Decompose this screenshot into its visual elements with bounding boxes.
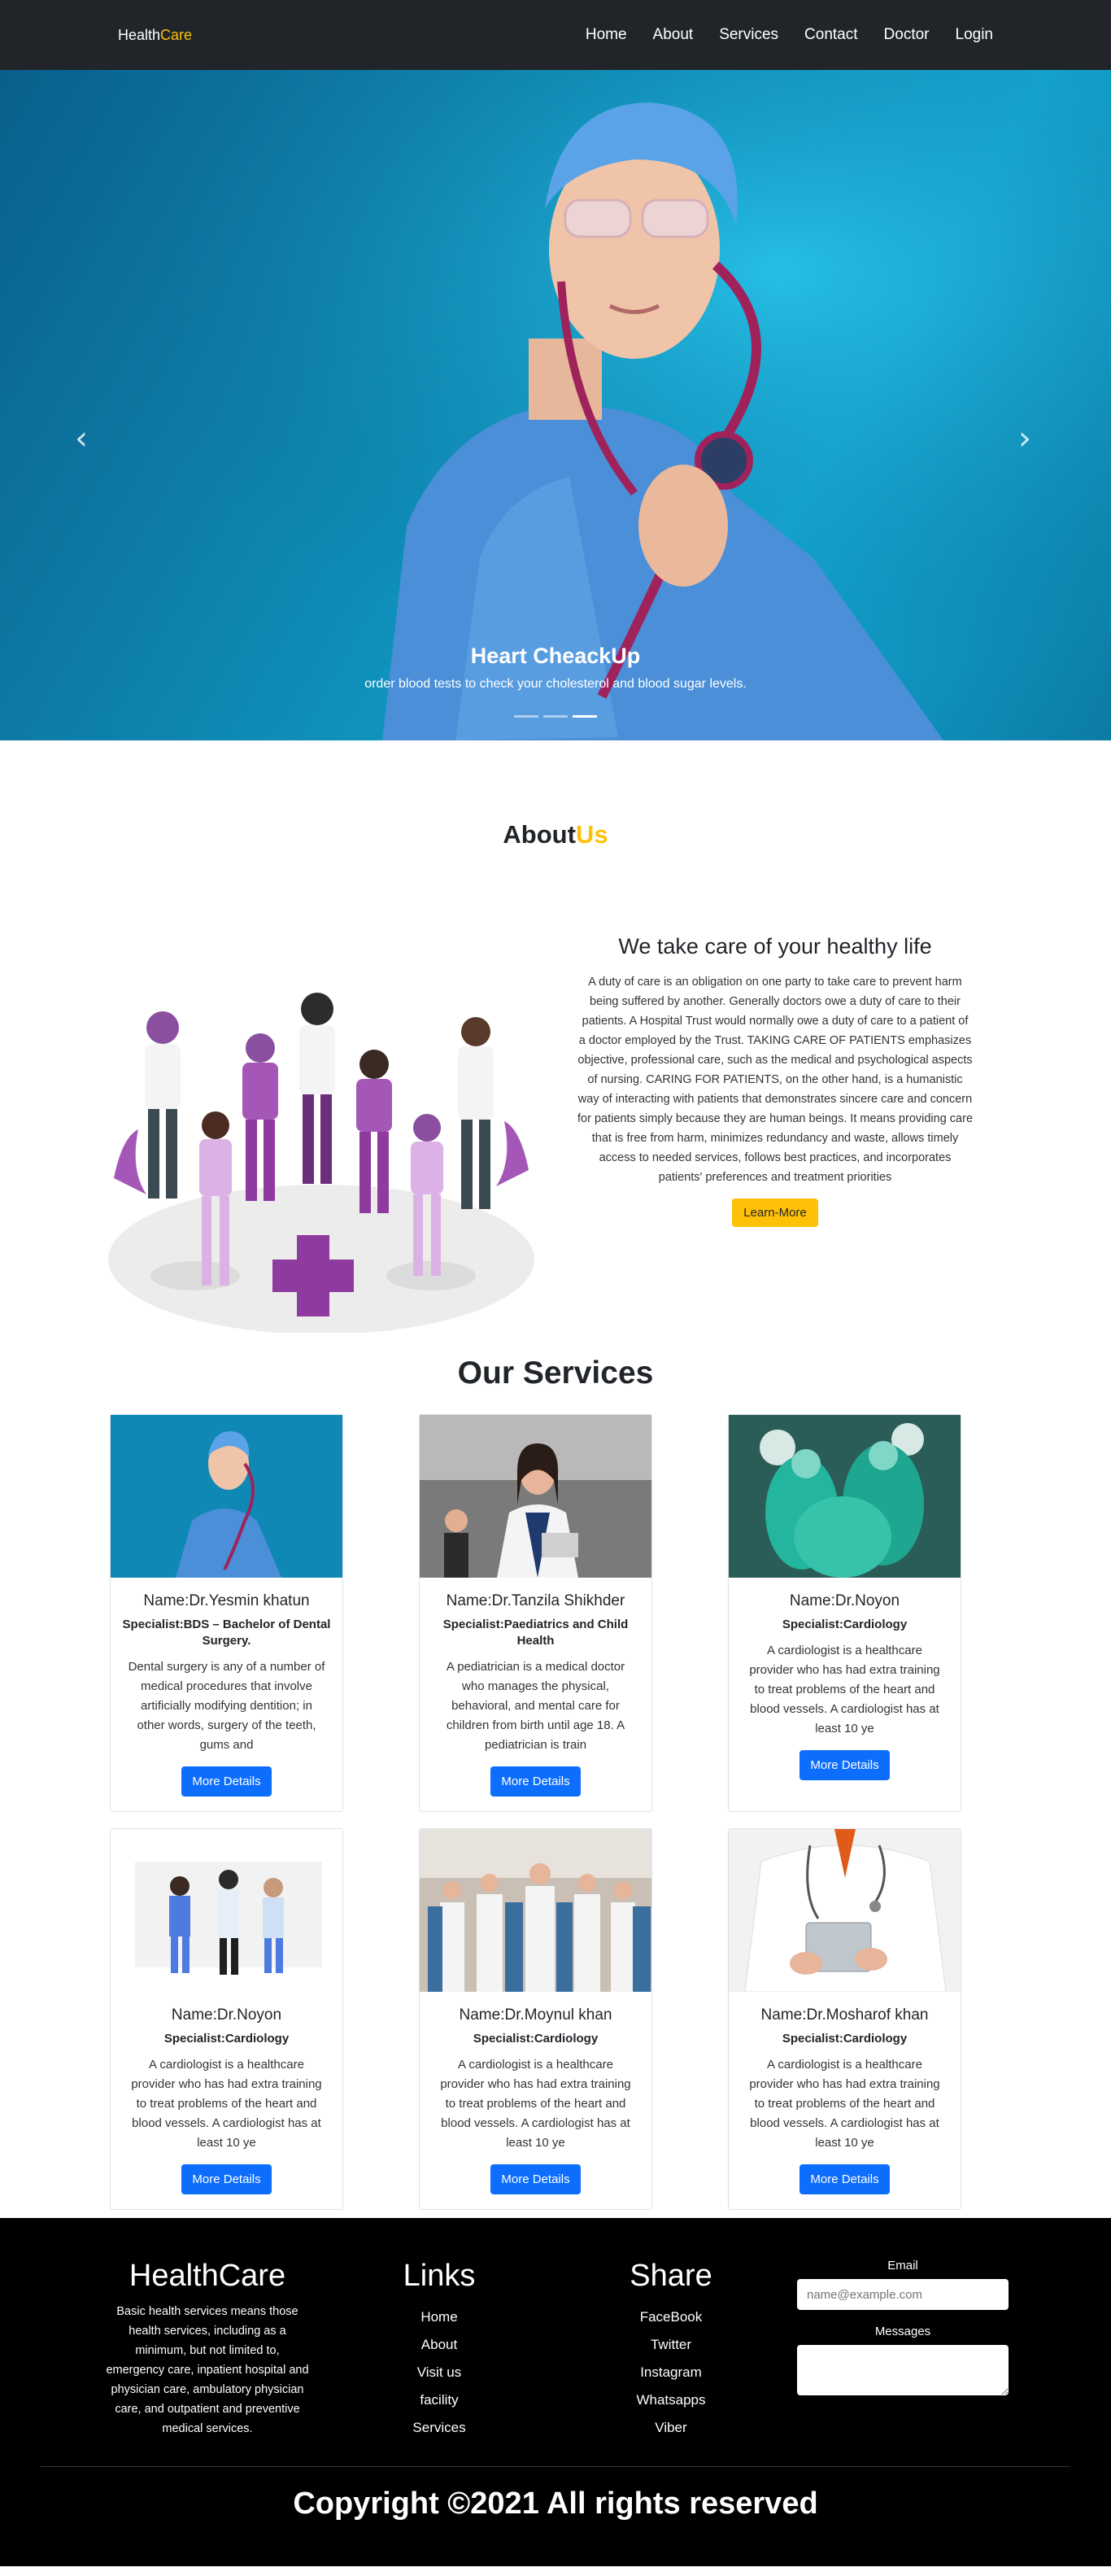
doctor-specialist: Specialist:BDS – Bachelor of Dental Surg… <box>122 1618 331 1648</box>
footer-links-title: Links <box>403 2259 476 2293</box>
copyright: Copyright ©2021 All rights reserved <box>293 2486 818 2521</box>
doctor-card: Name:Dr.Yesmin khatun Specialist:BDS – B… <box>110 1414 343 1812</box>
doctor-photo <box>111 1829 342 1992</box>
about-body: A duty of care is an obligation on one p… <box>577 976 974 1184</box>
doctor-photo <box>729 1415 961 1578</box>
services-title: Our Services <box>457 1356 654 1391</box>
doctor-specialist: Specialist:Paediatrics and Child Health <box>442 1618 629 1648</box>
email-label: Email <box>887 2259 918 2273</box>
more-details-button[interactable]: More Details <box>490 1766 581 1797</box>
footer-link-visit-us[interactable]: Visit us <box>382 2359 496 2386</box>
footer-link-about[interactable]: About <box>382 2331 496 2359</box>
about-heading: We take care of your healthy life <box>618 934 932 958</box>
messages-label: Messages <box>874 2325 931 2338</box>
share-facebook[interactable]: FaceBook <box>610 2303 732 2331</box>
doctor-description: A cardiologist is a healthcare provider … <box>749 1644 940 1736</box>
doctor-description: A cardiologist is a healthcare provider … <box>440 2058 631 2150</box>
nav-links: Home About Services Contact Doctor Login <box>586 26 993 44</box>
doctor-card: Name:Dr.Tanzila Shikhder Specialist:Paed… <box>419 1414 652 1812</box>
doctor-name: Name:Dr.Moynul khan <box>459 2006 612 2024</box>
navbar: HealthCare Home About Services Contact D… <box>0 0 1111 70</box>
carousel-prev-icon[interactable]: ‹ <box>75 420 88 457</box>
doctor-card: Name:Dr.Noyon Specialist:Cardiology A ca… <box>728 1414 961 1812</box>
messages-field[interactable] <box>797 2345 1009 2395</box>
footer-divider <box>41 2466 1070 2467</box>
nav-contact[interactable]: Contact <box>804 26 857 44</box>
footer-links: Links Home About Visit us facility Servi… <box>382 2259 496 2442</box>
nav-doctor[interactable]: Doctor <box>884 26 930 44</box>
carousel-indicator[interactable] <box>514 715 538 718</box>
more-details-button[interactable]: More Details <box>181 2164 272 2194</box>
carousel-indicator[interactable] <box>573 715 597 718</box>
share-twitter[interactable]: Twitter <box>610 2331 732 2359</box>
brand-logo[interactable]: HealthCare <box>118 27 192 44</box>
doctor-name: Name:Dr.Noyon <box>171 2006 282 2024</box>
doctor-specialist: Specialist:Cardiology <box>782 2032 908 2046</box>
learn-more-button[interactable]: Learn-More <box>732 1198 818 1227</box>
footer-brand-description: Basic health services means those health… <box>106 2305 309 2435</box>
caption-text: order blood tests to check your choleste… <box>364 677 747 691</box>
carousel-indicators <box>0 715 1111 718</box>
doctor-photo <box>420 1415 651 1578</box>
footer-brand: HealthCare <box>129 2259 286 2293</box>
nav-home[interactable]: Home <box>586 26 627 44</box>
footer-share-title: Share <box>630 2259 712 2293</box>
footer-about: HealthCare Basic health services means t… <box>106 2259 309 2438</box>
share-viber[interactable]: Viber <box>610 2414 732 2442</box>
about-section: We take care of your healthy life A duty… <box>0 934 1111 1341</box>
contact-form: Email Messages <box>797 2259 1009 2399</box>
doctor-photo <box>729 1829 961 1992</box>
doctor-name: Name:Dr.Noyon <box>789 1592 900 1609</box>
doctor-card: Name:Dr.Mosharof khan Specialist:Cardiol… <box>728 1828 961 2210</box>
caption-title: Heart CheackUp <box>470 644 641 668</box>
doctor-description: Dental surgery is any of a number of med… <box>128 1660 325 1752</box>
hero-carousel: ‹ › Heart CheackUp order blood tests to … <box>0 70 1111 740</box>
doctor-name: Name:Dr.Tanzila Shikhder <box>446 1592 625 1609</box>
about-text: We take care of your healthy life A duty… <box>545 934 1005 1341</box>
more-details-button[interactable]: More Details <box>799 1750 890 1780</box>
doctor-name: Name:Dr.Mosharof khan <box>760 2006 929 2024</box>
doctor-description: A pediatrician is a medical doctor who m… <box>446 1660 625 1752</box>
more-details-button[interactable]: More Details <box>799 2164 890 2194</box>
doctor-specialist: Specialist:Cardiology <box>473 2032 599 2046</box>
carousel-caption: Heart CheackUp order blood tests to chec… <box>0 644 1111 692</box>
share-instagram[interactable]: Instagram <box>610 2359 732 2386</box>
doctor-photo <box>420 1829 651 1992</box>
footer-share: Share FaceBook Twitter Instagram Whatsap… <box>610 2259 732 2442</box>
footer-link-facility[interactable]: facility <box>382 2386 496 2414</box>
hero-image <box>0 70 1111 740</box>
doctor-specialist: Specialist:Cardiology <box>782 1618 908 1631</box>
nav-services[interactable]: Services <box>719 26 778 44</box>
doctor-photo <box>111 1415 342 1578</box>
share-whatsapp[interactable]: Whatsapps <box>610 2386 732 2414</box>
doctor-description: A cardiologist is a healthcare provider … <box>749 2058 940 2150</box>
doctor-description: A cardiologist is a healthcare provider … <box>131 2058 322 2150</box>
nav-login[interactable]: Login <box>956 26 994 44</box>
carousel-next-icon[interactable]: › <box>1018 420 1031 457</box>
doctor-card: Name:Dr.Moynul khan Specialist:Cardiolog… <box>419 1828 652 2210</box>
doctor-name: Name:Dr.Yesmin khatun <box>143 1592 310 1609</box>
footer-link-home[interactable]: Home <box>382 2303 496 2331</box>
services-grid: Name:Dr.Yesmin khatun Specialist:BDS – B… <box>110 1414 1111 2210</box>
carousel-indicator[interactable] <box>543 715 568 718</box>
nav-about[interactable]: About <box>653 26 694 44</box>
doctor-specialist: Specialist:Cardiology <box>163 2032 290 2046</box>
footer-link-services[interactable]: Services <box>382 2414 496 2442</box>
email-field[interactable] <box>797 2279 1009 2310</box>
footer: HealthCare Basic health services means t… <box>0 2218 1111 2566</box>
more-details-button[interactable]: More Details <box>490 2164 581 2194</box>
about-title: AboutUs <box>503 820 608 849</box>
doctor-card: Name:Dr.Noyon Specialist:Cardiology A ca… <box>110 1828 343 2210</box>
team-illustration <box>106 934 545 1334</box>
more-details-button[interactable]: More Details <box>181 1766 272 1797</box>
